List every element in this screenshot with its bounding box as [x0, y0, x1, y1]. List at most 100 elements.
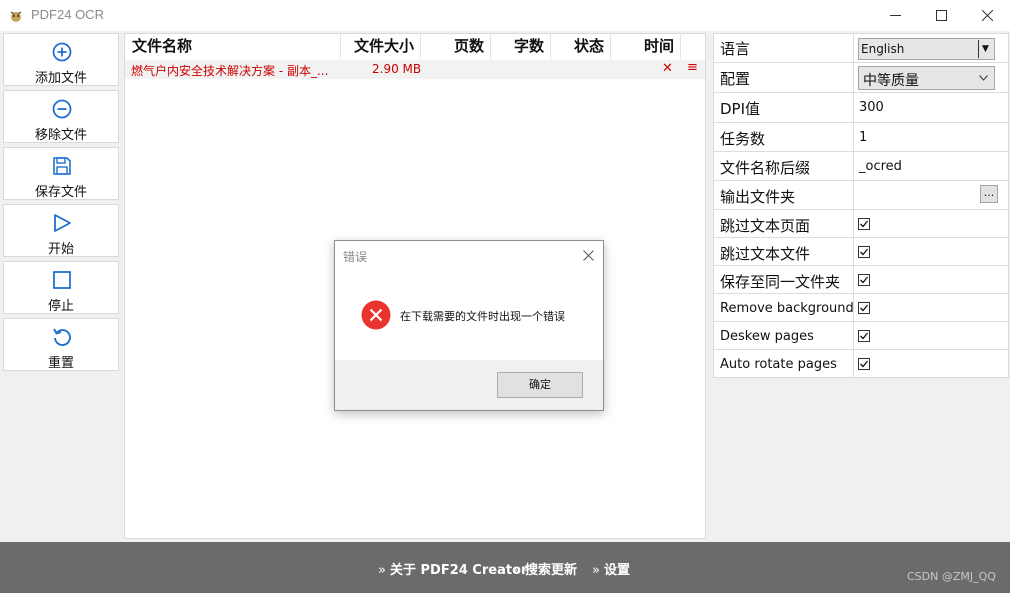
dialog-body: 错误 在下载需要的文件时出现一个错误 [335, 241, 603, 360]
ok-button[interactable]: 确定 [497, 372, 583, 398]
reset-button[interactable]: 重置 [3, 318, 119, 371]
save-same-folder-checkbox[interactable] [858, 274, 870, 286]
setting-save-same-folder: 保存至同一文件夹 [714, 266, 1008, 294]
app-logo-icon [10, 11, 22, 22]
start-button[interactable]: 开始 [3, 204, 119, 257]
save-files-button[interactable]: 保存文件 [3, 147, 119, 200]
remove-background-checkbox[interactable] [858, 302, 870, 314]
remove-files-button[interactable]: 移除文件 [3, 90, 119, 143]
column-header-size[interactable]: 文件大小 [341, 34, 421, 59]
setting-auto-rotate-label: Auto rotate pages [720, 357, 837, 372]
dpi-input[interactable]: 300 [859, 100, 884, 115]
footer-bar: » 关于 PDF24 Creator » 搜索更新 » 设置 CSDN @ZMJ_QQ [0, 542, 1010, 593]
setting-dpi: DPI值 300 [714, 93, 1008, 123]
setting-suffix: 文件名称后缀 _ocred [714, 152, 1008, 181]
language-select[interactable]: English ▼ [858, 38, 995, 60]
stop-button[interactable]: 停止 [3, 261, 119, 314]
save-files-label: 保存文件 [34, 185, 87, 200]
setting-deskew-pages-label: Deskew pages [720, 329, 814, 344]
skip-text-pages-checkbox[interactable] [858, 218, 870, 230]
profile-select[interactable]: 中等质量 [858, 66, 995, 90]
setting-save-same-folder-label: 保存至同一文件夹 [720, 273, 841, 291]
chevron-down-icon: ▼ [978, 40, 992, 58]
error-icon [361, 300, 391, 330]
maximize-icon [935, 10, 947, 21]
stop-icon [53, 271, 71, 289]
setting-profile: 配置 中等质量 [714, 63, 1008, 93]
profile-value: 中等质量 [863, 73, 919, 89]
setting-skip-text-pages-label: 跳过文本页面 [720, 217, 811, 235]
minimize-button[interactable] [872, 0, 918, 31]
deskew-pages-checkbox[interactable] [858, 330, 870, 342]
maximize-button[interactable] [918, 0, 964, 31]
column-header-pages[interactable]: 页数 [421, 34, 491, 59]
checkmark-icon [860, 276, 869, 284]
minus-circle-icon [52, 99, 72, 119]
column-header-time[interactable]: 时间 [611, 34, 681, 59]
footer-link-about-label: 关于 PDF24 Creator [389, 563, 528, 578]
footer-link-settings-label: 设置 [603, 563, 630, 578]
setting-skip-text-pages: 跳过文本页面 [714, 210, 1008, 238]
start-label: 开始 [47, 242, 74, 257]
skip-text-files-checkbox[interactable] [858, 246, 870, 258]
settings-panel: 语言 English ▼ 配置 中等质量 DPI值 300 任务数 1 文件名称… [713, 33, 1009, 378]
window-title: PDF24 OCR [31, 7, 104, 22]
dialog-title: 错误 [343, 250, 368, 264]
column-header-name[interactable]: 文件名称 [125, 34, 341, 59]
add-files-label: 添加文件 [34, 71, 87, 86]
play-icon [54, 214, 71, 232]
file-row[interactable]: 燃气户内安全技术解决方案 - 副本_... 2.90 MB ✕ ≡ [125, 60, 705, 79]
footer-link-updates[interactable]: » 搜索更新 [513, 559, 577, 578]
setting-output-folder-label: 输出文件夹 [720, 188, 796, 206]
remove-files-label: 移除文件 [34, 128, 87, 143]
setting-jobs: 任务数 1 [714, 123, 1008, 152]
setting-auto-rotate: Auto rotate pages [714, 350, 1008, 378]
auto-rotate-checkbox[interactable] [858, 358, 870, 370]
add-files-button[interactable]: 添加文件 [3, 33, 119, 86]
checkmark-icon [860, 332, 869, 340]
minimize-icon [889, 15, 901, 16]
footer-link-about[interactable]: » 关于 PDF24 Creator [378, 559, 527, 578]
setting-deskew-pages: Deskew pages [714, 322, 1008, 350]
setting-dpi-label: DPI值 [720, 100, 761, 118]
stop-label: 停止 [47, 299, 74, 314]
floppy-disk-icon [53, 157, 71, 175]
setting-output-folder: 输出文件夹 ... [714, 181, 1008, 210]
checkmark-icon [860, 360, 869, 368]
plus-circle-icon [52, 42, 72, 62]
column-header-status[interactable]: 状态 [551, 34, 611, 59]
remove-file-icon[interactable]: ✕ [662, 61, 673, 76]
setting-remove-background-label: Remove background [720, 301, 854, 316]
footer-link-updates-label: 搜索更新 [524, 563, 577, 578]
reset-icon [53, 328, 71, 346]
browse-folder-button[interactable]: ... [980, 185, 998, 203]
file-menu-icon[interactable]: ≡ [687, 60, 698, 75]
dialog-close-icon[interactable] [583, 250, 594, 261]
language-value: English [861, 42, 905, 56]
checkmark-icon [860, 304, 869, 312]
footer-link-settings[interactable]: » 设置 [592, 559, 630, 578]
checkmark-icon [860, 220, 869, 228]
setting-language: 语言 English ▼ [714, 34, 1008, 63]
error-dialog: 错误 在下载需要的文件时出现一个错误 确定 [334, 240, 604, 411]
setting-profile-label: 配置 [720, 70, 751, 88]
setting-suffix-label: 文件名称后缀 [720, 159, 811, 177]
reset-label: 重置 [47, 356, 74, 371]
file-list-header: 文件名称 文件大小 页数 字数 状态 时间 [125, 34, 705, 59]
setting-jobs-label: 任务数 [720, 130, 766, 148]
setting-skip-text-files: 跳过文本文件 [714, 238, 1008, 266]
setting-language-label: 语言 [720, 40, 751, 58]
setting-skip-text-files-label: 跳过文本文件 [720, 245, 811, 263]
close-button[interactable] [964, 0, 1010, 31]
close-icon [981, 10, 993, 21]
checkmark-icon [860, 248, 869, 256]
column-header-words[interactable]: 字数 [491, 34, 551, 59]
chevron-down-icon [979, 75, 988, 81]
file-size: 2.90 MB [372, 62, 422, 76]
watermark: CSDN @ZMJ_QQ [907, 570, 996, 583]
jobs-input[interactable]: 1 [859, 130, 867, 145]
title-bar: PDF24 OCR [0, 0, 1010, 31]
setting-remove-background: Remove background [714, 294, 1008, 322]
dialog-message: 在下载需要的文件时出现一个错误 [400, 310, 565, 323]
suffix-input[interactable]: _ocred [859, 159, 902, 174]
